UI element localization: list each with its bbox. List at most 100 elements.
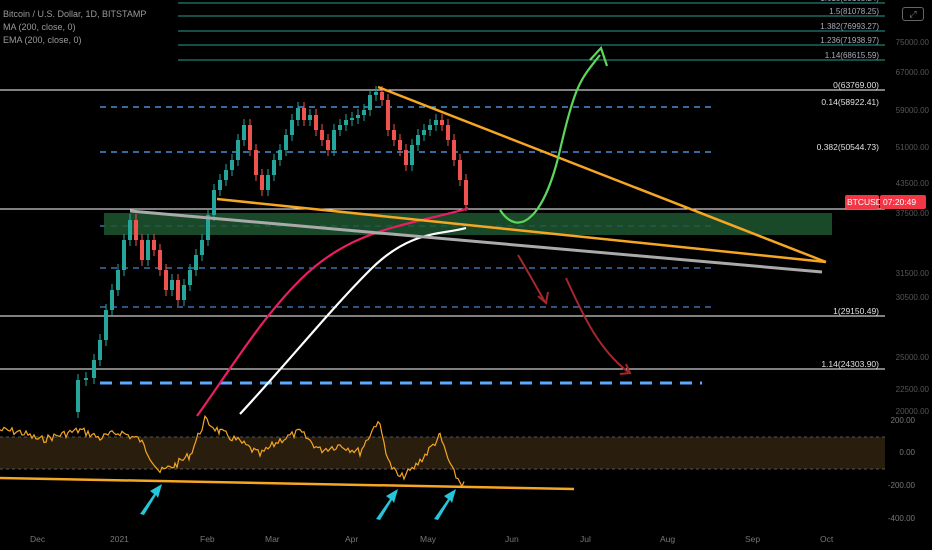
candle bbox=[248, 125, 252, 150]
time-axis-tick: Apr bbox=[345, 534, 358, 544]
time-axis-tick: 2021 bbox=[110, 534, 129, 544]
candle bbox=[194, 255, 198, 270]
chart-window: 0(63769.00) 0.14(58922.41) 0.382(50544.73)… bbox=[0, 0, 932, 550]
candle bbox=[170, 280, 174, 290]
candle bbox=[434, 120, 438, 125]
candle bbox=[296, 108, 300, 120]
candle bbox=[284, 135, 288, 150]
candle bbox=[440, 120, 444, 125]
candle bbox=[344, 120, 348, 125]
candle bbox=[146, 240, 150, 260]
time-axis-tick: Dec bbox=[30, 534, 46, 544]
price-tag-symbol-text: BTCUSD bbox=[847, 197, 882, 207]
candle bbox=[410, 145, 414, 165]
candle bbox=[236, 140, 240, 160]
fib-label: 0.382(50544.73) bbox=[817, 142, 880, 152]
price-axis-tick: 59000.00 bbox=[896, 106, 930, 115]
candle bbox=[128, 220, 132, 240]
fib-label: 1.236(71938.97) bbox=[820, 36, 879, 45]
symbol-title: Bitcoin / U.S. Dollar, 1D, BITSTAMP bbox=[3, 9, 147, 19]
candle bbox=[428, 125, 432, 130]
candle bbox=[140, 240, 144, 260]
chart-legend: Bitcoin / U.S. Dollar, 1D, BITSTAMP MA (… bbox=[3, 8, 146, 47]
price-axis-tick: 43500.00 bbox=[896, 179, 930, 188]
fib-label: 0(63769.00) bbox=[833, 80, 879, 90]
candle bbox=[446, 125, 450, 140]
candle bbox=[338, 125, 342, 130]
candle bbox=[272, 160, 276, 175]
candle bbox=[452, 140, 456, 160]
candle bbox=[392, 130, 396, 140]
time-axis-tick: Jul bbox=[580, 534, 591, 544]
candle bbox=[122, 240, 126, 270]
fib-label: 1.14(24303.90) bbox=[821, 359, 879, 369]
candle bbox=[308, 115, 312, 120]
expand-icon[interactable]: ⤢ bbox=[902, 7, 924, 21]
candle bbox=[254, 150, 258, 175]
candle bbox=[110, 290, 114, 310]
time-axis-tick: Oct bbox=[820, 534, 834, 544]
candle bbox=[188, 270, 192, 285]
candle bbox=[76, 380, 80, 412]
ma-legend: MA (200, close, 0) bbox=[3, 22, 76, 32]
price-axis-tick: 22500.00 bbox=[896, 385, 930, 394]
price-tag-countdown-text: 07:20:49 bbox=[883, 197, 916, 207]
candle bbox=[116, 270, 120, 290]
oscillator-axis-tick: -200.00 bbox=[888, 481, 916, 490]
oscillator-axis-tick: 200.00 bbox=[891, 416, 916, 425]
candle bbox=[362, 110, 366, 115]
oscillator-axis-tick: -400.00 bbox=[888, 514, 916, 523]
candle bbox=[422, 130, 426, 135]
candle bbox=[218, 180, 222, 190]
price-chart[interactable]: 0(63769.00) 0.14(58922.41) 0.382(50544.73)… bbox=[0, 0, 932, 550]
fib-label: 0.14(58922.41) bbox=[821, 97, 879, 107]
candle bbox=[314, 115, 318, 130]
time-axis-tick: May bbox=[420, 534, 437, 544]
price-axis-tick: 20000.00 bbox=[896, 407, 930, 416]
candle bbox=[84, 378, 88, 380]
time-axis-tick: Aug bbox=[660, 534, 675, 544]
time-axis-tick: Jun bbox=[505, 534, 519, 544]
candle bbox=[182, 285, 186, 300]
candle bbox=[224, 170, 228, 180]
price-axis-tick: 67000.00 bbox=[896, 68, 930, 77]
candle bbox=[332, 130, 336, 150]
price-axis-tick: 31500.00 bbox=[896, 269, 930, 278]
price-axis-tick: 25000.00 bbox=[896, 353, 930, 362]
fib-label: 1.5(81078.25) bbox=[829, 7, 879, 16]
candle bbox=[152, 240, 156, 250]
time-axis-tick: Feb bbox=[200, 534, 215, 544]
candle bbox=[92, 360, 96, 378]
candle bbox=[134, 220, 138, 240]
price-axis-tick: 75000.00 bbox=[896, 38, 930, 47]
oscillator-axis-tick: 0.00 bbox=[899, 448, 915, 457]
price-axis-tick: 30500.00 bbox=[896, 293, 930, 302]
candle bbox=[158, 250, 162, 270]
candle bbox=[266, 175, 270, 190]
candle bbox=[464, 180, 468, 205]
candle bbox=[416, 135, 420, 145]
ema-legend: EMA (200, close, 0) bbox=[3, 35, 82, 45]
candle bbox=[320, 130, 324, 140]
price-axis-tick: 37500.00 bbox=[896, 209, 930, 218]
candle bbox=[404, 150, 408, 165]
candle bbox=[458, 160, 462, 180]
candle bbox=[176, 280, 180, 300]
fib-label: 1.382(76993.27) bbox=[820, 22, 879, 31]
candle bbox=[356, 115, 360, 118]
price-axis-tick: 51000.00 bbox=[896, 143, 930, 152]
fib-label: 1.14(68615.59) bbox=[825, 51, 880, 60]
candle bbox=[374, 92, 378, 95]
candle bbox=[242, 125, 246, 140]
candle bbox=[278, 150, 282, 160]
candle bbox=[98, 340, 102, 360]
time-axis-tick: Sep bbox=[745, 534, 760, 544]
candle bbox=[104, 310, 108, 340]
candle bbox=[302, 108, 306, 120]
candle bbox=[290, 120, 294, 135]
candle bbox=[386, 100, 390, 130]
candle bbox=[230, 160, 234, 170]
candle bbox=[200, 240, 204, 255]
candle bbox=[326, 140, 330, 150]
candle bbox=[164, 270, 168, 290]
